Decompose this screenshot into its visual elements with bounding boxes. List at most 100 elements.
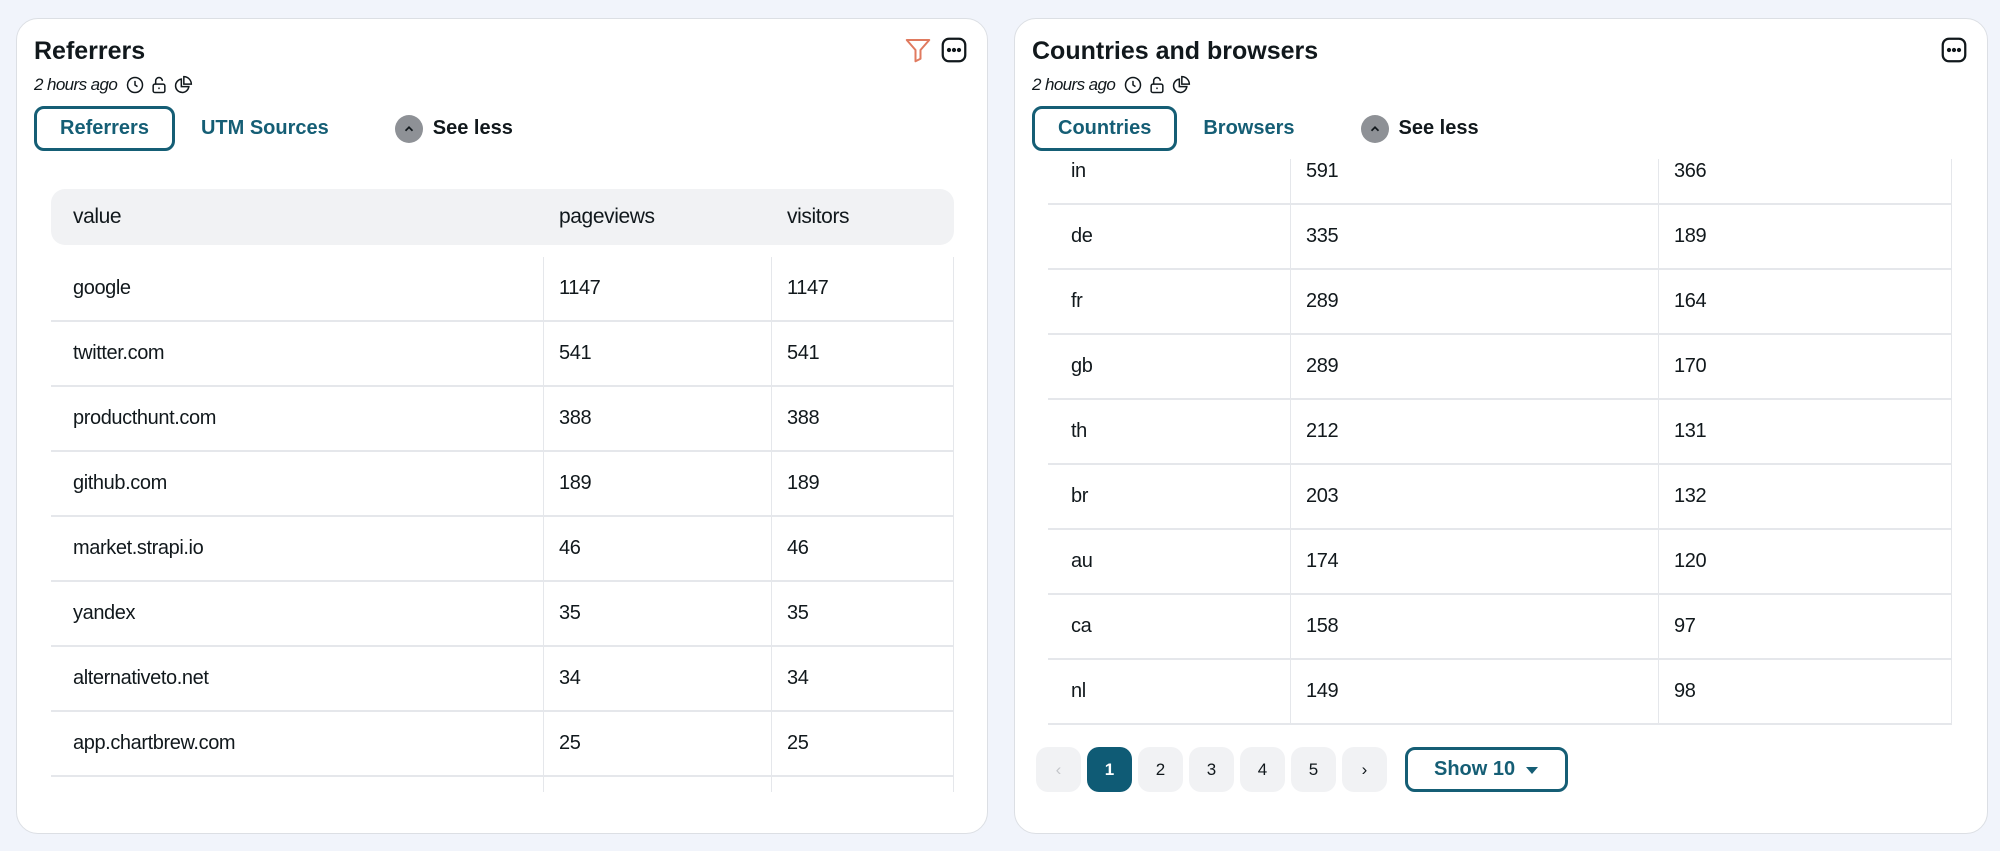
caret-down-icon	[1526, 766, 1539, 774]
tab-countries[interactable]: Countries	[1032, 106, 1178, 151]
card-actions	[1939, 35, 1969, 65]
table-row: google 1147 1147	[51, 257, 954, 322]
cell-visitors: 388	[772, 387, 954, 450]
cell-visitors: 35	[772, 582, 954, 645]
table-row: app.chartbrew.com 25 25	[51, 712, 954, 777]
cell-visitors: 164	[1659, 270, 1952, 333]
cell-value: fr	[1048, 270, 1291, 333]
filter-icon	[905, 39, 931, 63]
cell-value: google	[51, 257, 544, 320]
page-button-4[interactable]: 4	[1240, 747, 1285, 792]
cell-value: ca	[1048, 595, 1291, 658]
page-button-1[interactable]: 1	[1087, 747, 1132, 792]
cell-pageviews: 388	[544, 387, 772, 450]
tab-utm-sources[interactable]: UTM Sources	[175, 106, 355, 151]
cell-pageviews: 591	[1291, 159, 1659, 203]
see-less-label: See less	[1398, 117, 1479, 139]
tab-bar: Referrers UTM Sources See less	[34, 106, 513, 151]
cell-visitors: 366	[1659, 159, 1952, 203]
more-options-icon	[941, 37, 967, 63]
cell-value: nl	[1048, 660, 1291, 723]
clock-icon	[126, 76, 144, 94]
table-row: gb 289 170	[1048, 335, 1952, 400]
cell-pageviews: 212	[1291, 400, 1659, 463]
countries-table-body[interactable]: in 591 366 de 335 189 fr 289 164 gb 289 170 th 21…	[1048, 159, 1952, 742]
cell-pageviews: 34	[544, 647, 772, 710]
see-less-label: See less	[432, 117, 513, 139]
see-less-button[interactable]: See less	[1360, 114, 1479, 143]
card-meta: 2 hours ago	[34, 75, 193, 95]
tab-bar: Countries Browsers See less	[1032, 106, 1479, 151]
cell-pageviews: 289	[1291, 270, 1659, 333]
cell-pageviews: 25	[544, 712, 772, 775]
cell-pageviews: 158	[1291, 595, 1659, 658]
cell-visitors: 189	[772, 452, 954, 515]
see-less-button[interactable]: See less	[394, 114, 513, 143]
page-size-label: Show 10	[1434, 758, 1516, 780]
more-options-button[interactable]	[1939, 35, 1969, 65]
card-meta: 2 hours ago	[1032, 75, 1191, 95]
cell-value: alternativeto.net	[51, 647, 544, 710]
unlock-icon	[152, 76, 166, 94]
cell-visitors: 131	[1659, 400, 1952, 463]
page-button-3[interactable]: 3	[1189, 747, 1234, 792]
cell-visitors: 34	[772, 647, 954, 710]
page-button-2[interactable]: 2	[1138, 747, 1183, 792]
column-header-visitors[interactable]: visitors	[787, 205, 850, 229]
cell-value: in	[1048, 159, 1291, 203]
page-button-5[interactable]: 5	[1291, 747, 1336, 792]
pagination: ‹ 1 2 3 4 5 › Show 10	[1036, 747, 1569, 792]
tab-referrers[interactable]: Referrers	[34, 106, 175, 151]
cell-value: producthunt.com	[51, 387, 544, 450]
cell-pageviews: 541	[544, 322, 772, 385]
more-options-icon	[1941, 37, 1967, 63]
cell-value: market.strapi.io	[51, 517, 544, 580]
updated-time: 2 hours ago	[34, 75, 118, 94]
column-header-pageviews[interactable]: pageviews	[559, 205, 655, 229]
table-row: nl 149 98	[1048, 660, 1952, 725]
column-header-value[interactable]: value	[73, 205, 122, 229]
cell-pageviews: 1147	[544, 257, 772, 320]
pie-chart-icon	[1173, 75, 1191, 94]
prev-page-button[interactable]: ‹	[1036, 747, 1081, 792]
chevron-up-icon	[394, 114, 423, 143]
table-row: ca 158 97	[1048, 595, 1952, 660]
chevron-up-icon	[1360, 114, 1389, 143]
cell-visitors: 541	[772, 322, 954, 385]
cell-pageviews: 203	[1291, 465, 1659, 528]
tab-browsers[interactable]: Browsers	[1177, 106, 1320, 151]
table-row: github.com 189 189	[51, 452, 954, 517]
cell-pageviews: 174	[1291, 530, 1659, 593]
cell-value: yandex	[51, 582, 544, 645]
cell-value: gb	[1048, 335, 1291, 398]
cell-value: twitter.com	[51, 322, 544, 385]
cell-visitors: 97	[1659, 595, 1952, 658]
filter-button[interactable]	[903, 35, 933, 65]
cell-pageviews: 149	[1291, 660, 1659, 723]
clock-icon	[1124, 76, 1142, 94]
cell-value: au	[1048, 530, 1291, 593]
more-options-button[interactable]	[939, 35, 969, 65]
table-row: market.strapi.io 46 46	[51, 517, 954, 582]
table-row: fr 289 164	[1048, 270, 1952, 335]
referrers-table-body: google 1147 1147 twitter.com 541 541 product…	[51, 257, 954, 792]
page-size-dropdown[interactable]: Show 10	[1405, 747, 1569, 792]
cell-visitors: 98	[1659, 660, 1952, 723]
cell-visitors: 1147	[772, 257, 954, 320]
updated-time: 2 hours ago	[1032, 75, 1116, 94]
table-row: de 335 189	[1048, 205, 1952, 270]
card-actions	[903, 35, 969, 65]
unlock-icon	[1150, 76, 1164, 94]
cell-value: app.chartbrew.com	[51, 712, 544, 775]
cell-pageviews: 289	[1291, 335, 1659, 398]
table-row	[51, 777, 954, 792]
cell-visitors: 170	[1659, 335, 1952, 398]
cell-visitors: 46	[772, 517, 954, 580]
table-row: th 212 131	[1048, 400, 1952, 465]
table-row: yandex 35 35	[51, 582, 954, 647]
next-page-button[interactable]: ›	[1342, 747, 1387, 792]
table-row: alternativeto.net 34 34	[51, 647, 954, 712]
cell-visitors: 189	[1659, 205, 1952, 268]
card-title: Referrers	[34, 37, 146, 65]
cell-visitors: 132	[1659, 465, 1952, 528]
